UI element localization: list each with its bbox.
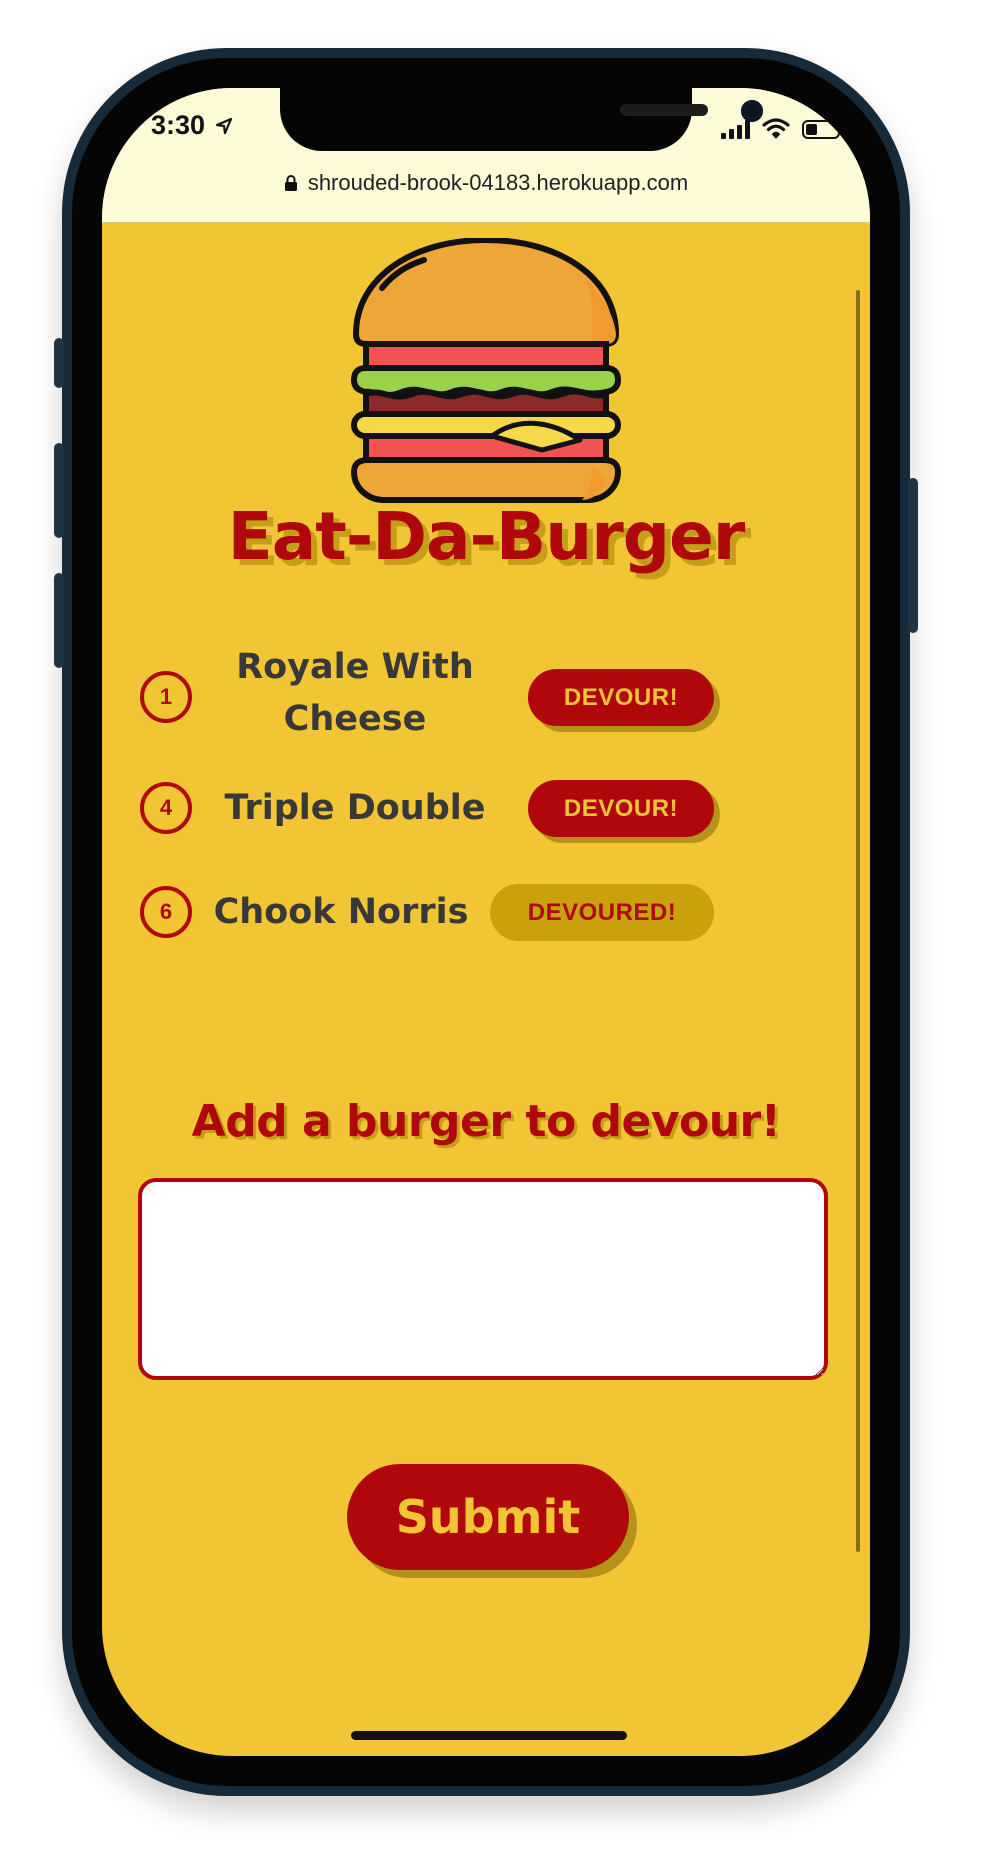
status-time-text: 3:30 [151,110,206,140]
page-title: Eat-Da-Burger [227,498,746,575]
burger-name: Triple Double [224,788,486,828]
status-time: 3:30 [151,110,233,141]
burger-list-item: 6 Chook Norris DEVOURED! [102,882,870,962]
wifi-icon [762,118,790,139]
url-text: shrouded-brook-04183.herokuapp.com [307,170,689,195]
mute-switch [54,338,64,388]
burger-number-badge: 4 [140,782,192,834]
status-icons [721,118,844,139]
submit-button[interactable]: Submit [347,1464,629,1570]
volume-down-button [54,573,64,668]
battery-icon [802,120,844,139]
home-indicator [351,1731,627,1740]
volume-up-button [54,443,64,538]
cellular-signal-icon [721,119,750,139]
devour-button[interactable]: DEVOUR! [528,669,714,726]
burger-list-item: 1 Royale With Cheese DEVOUR! [102,647,870,739]
phone-screen: 3:30 shrouded-brook-04183.herokuapp.com … [102,88,870,1756]
location-arrow-icon [215,117,232,135]
battery-level [806,124,817,135]
burger-list-item: 4 Triple Double DEVOUR! [102,778,870,858]
phone-notch [280,88,763,151]
browser-top-bar: 3:30 shrouded-brook-04183.herokuapp.com [102,88,870,223]
burger-number-badge: 1 [140,671,192,723]
burger-number-badge: 6 [140,886,192,938]
burger-name: Chook Norris [213,892,469,932]
devour-button[interactable]: DEVOUR! [528,780,714,837]
devoured-button[interactable]: DEVOURED! [490,884,714,941]
power-button [908,478,918,633]
lock-icon [284,175,297,191]
speaker-grille [620,104,708,116]
add-burger-heading: Add a burger to devour! [191,1096,781,1147]
burger-name-input[interactable] [138,1178,828,1380]
burger-icon [350,238,622,503]
address-bar[interactable]: shrouded-brook-04183.herokuapp.com [102,170,870,196]
burger-name: Royale With Cheese [236,647,474,739]
